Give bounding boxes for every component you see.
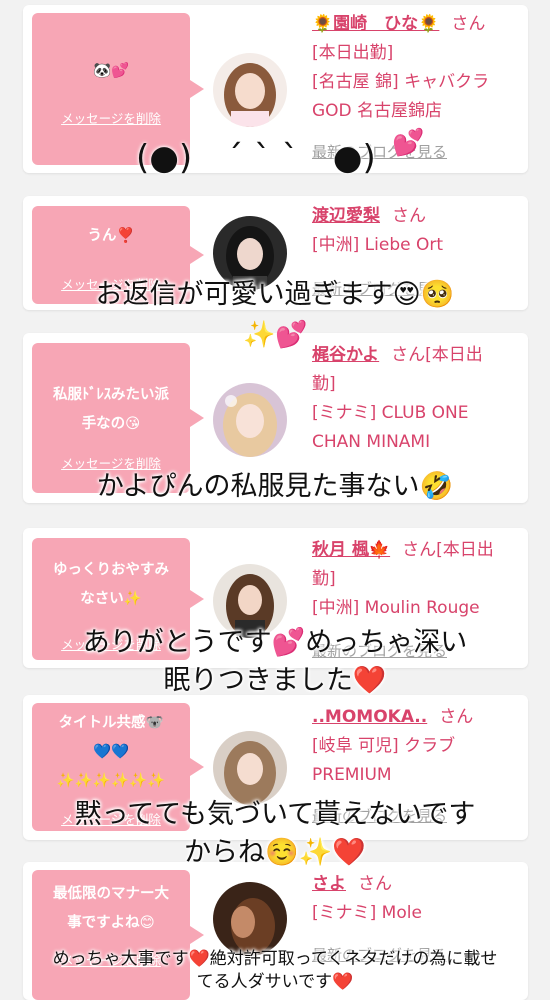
caption-overlay: 黙ってても気づいて貰えないです からね☺️✨❤️ xyxy=(74,799,476,868)
delete-message-link[interactable]: メッセージを削除 xyxy=(32,108,190,127)
message-text: タイトル共感🐨 💙💙 ✨✨✨✨✨✨ xyxy=(56,715,166,789)
cast-detail-line: PREMIUM xyxy=(312,765,392,785)
cast-info: さよ さん [ミナミ] Mole xyxy=(312,870,522,928)
honorific: さん xyxy=(439,707,474,727)
caption-overlay: かよぴんの私服見た事ない🤣 xyxy=(96,471,454,502)
cast-detail-line: 勤] xyxy=(312,569,336,589)
cast-info: ..MOMOKA.. さん [岐阜 可児] クラブ PREMIUM xyxy=(312,703,522,790)
caption-overlay: お返信が可愛い過ぎます😍🥺 xyxy=(95,279,455,310)
caption-overlay: ありがとうです💕めっちゃ深い 眠りつきました❤️ xyxy=(82,627,468,696)
cast-info: 秋月 楓🍁 さん[本日出 勤] [中洲] Moulin Rouge xyxy=(312,536,522,623)
honorific: さん xyxy=(451,14,486,34)
avatar[interactable] xyxy=(213,882,287,956)
sparkle-hearts-sticker: ✨💕 xyxy=(243,320,308,350)
cast-detail-line: [ミナミ] CLUB ONE xyxy=(312,403,469,423)
cast-name-link[interactable]: 渡辺愛梨 xyxy=(312,206,380,226)
cast-detail-line: CHAN MINAMI xyxy=(312,432,431,452)
message-text: 私服ﾄﾞﾚｽみたい派 手なの😘 xyxy=(53,387,169,432)
cast-detail-line: 勤] xyxy=(312,374,336,394)
cast-detail-line: [中洲] Liebe Ort xyxy=(312,235,444,255)
honorific: さん xyxy=(391,345,426,365)
message-text: うん❣️ xyxy=(87,228,135,244)
message-text: 🐼💕 xyxy=(92,63,130,79)
avatar[interactable] xyxy=(213,383,287,457)
honorific: さん xyxy=(402,540,437,560)
honorific: さん xyxy=(358,874,392,894)
cast-detail-line: [中洲] Moulin Rouge xyxy=(312,598,480,618)
cast-name-link[interactable]: さよ xyxy=(312,874,346,894)
cast-status: [本日出 xyxy=(425,345,483,365)
cast-detail-line: [ミナミ] Mole xyxy=(312,903,422,923)
cast-detail-line: [名古屋 錦] キャバクラ xyxy=(312,72,490,92)
cast-detail-line: [本日出勤] xyxy=(312,43,394,63)
cast-status: [本日出 xyxy=(436,540,494,560)
message-text: 最低限のマナー大 事ですよね😊 xyxy=(53,886,169,931)
cast-name-link[interactable]: 梶谷かよ xyxy=(312,345,379,365)
cast-detail-line: GOD 名古屋錦店 xyxy=(312,101,443,121)
cast-info: 梶谷かよ さん[本日出 勤] [ミナミ] CLUB ONE CHAN MINAMI xyxy=(312,341,522,457)
message-text: ゆっくりおやすみ なさい✨ xyxy=(53,562,169,607)
cast-name-link[interactable]: 🌻園崎 ひな🌻 xyxy=(312,14,439,34)
hearts-sticker: 💕 xyxy=(392,128,425,158)
caption-overlay: めっちゃ大事です❤️絶対許可取ってくネタだけの為に載せ てる人ダサいです❤️ xyxy=(52,949,498,992)
avatar[interactable] xyxy=(213,731,287,805)
cast-detail-line: [岐阜 可児] クラブ xyxy=(312,736,456,756)
cast-name-link[interactable]: ..MOMOKA.. xyxy=(312,707,427,727)
honorific: さん xyxy=(392,206,426,226)
cast-info: 渡辺愛梨 さん [中洲] Liebe Ort xyxy=(312,202,522,260)
face-emoticon-overlay: (●) ´ ` ` ●) xyxy=(136,138,376,178)
avatar[interactable] xyxy=(213,53,287,127)
cast-name-link[interactable]: 秋月 楓🍁 xyxy=(312,540,390,560)
cast-info: 🌻園崎 ひな🌻 さん [本日出勤] [名古屋 錦] キャバクラ GOD 名古屋錦店 xyxy=(312,10,522,126)
